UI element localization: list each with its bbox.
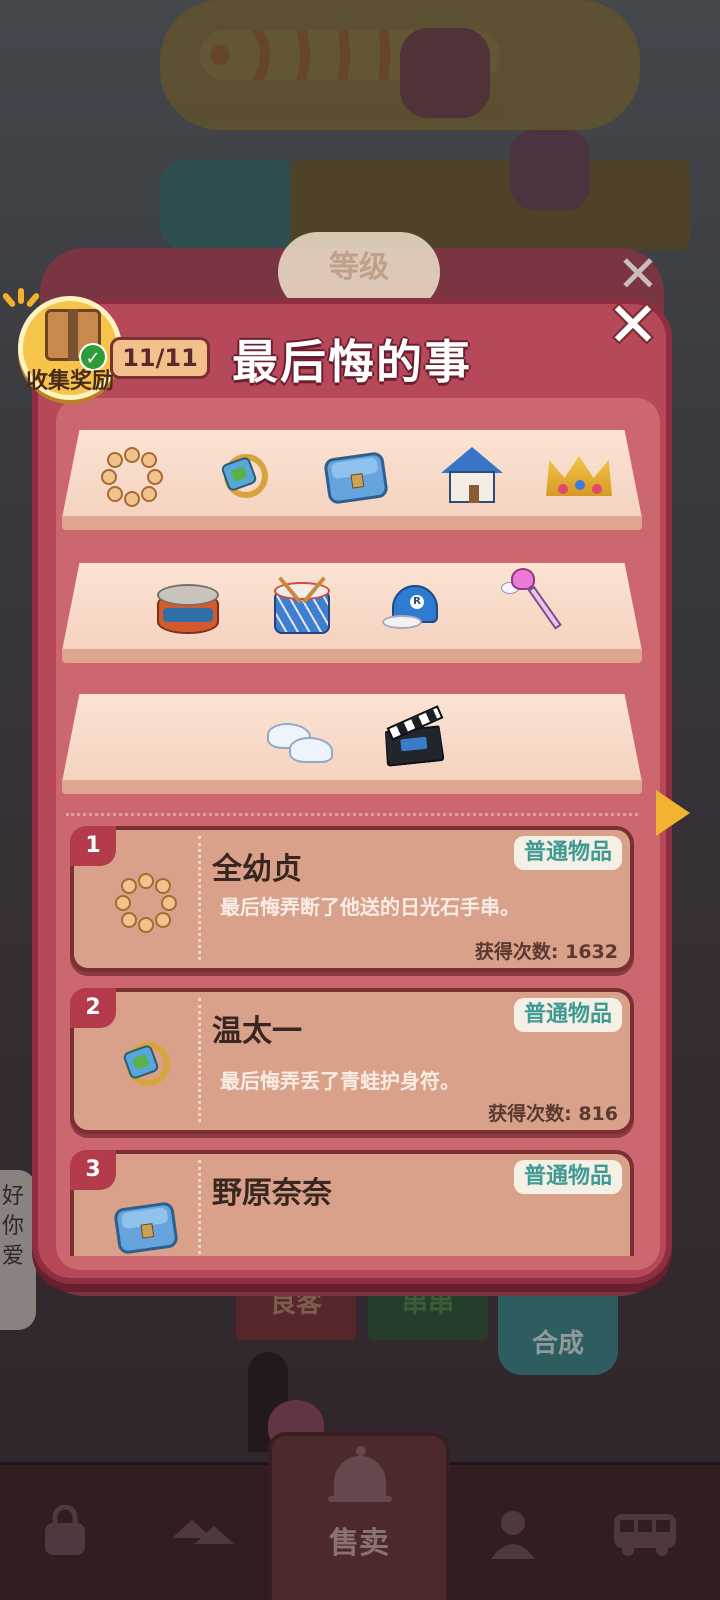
item-list[interactable]: 1 全幼贞 普通物品 最后悔弄断了他送的日光石手串。 获得次数: 1632 2 … <box>70 826 636 1256</box>
list-item[interactable]: 2 温太一 普通物品 最后悔弄丢了青蛙护身符。 获得次数: 816 <box>70 988 634 1134</box>
tin-can-icon[interactable] <box>152 573 224 645</box>
collect-reward-label: 收集奖励 <box>25 369 114 394</box>
obtained-count: 获得次数: 1632 <box>474 941 618 963</box>
frog-charm-icon <box>106 1026 186 1106</box>
obtained-count: 获得次数: 816 <box>488 1103 618 1125</box>
item-owner-name: 全幼贞 <box>212 852 302 887</box>
panel-title: 最后悔的事 <box>232 335 472 389</box>
rarity-badge: 普通物品 <box>513 1160 622 1194</box>
collect-reward-button[interactable]: ✓ 收集奖励 <box>18 296 122 400</box>
card-separator <box>198 998 201 1122</box>
beads-bracelet-icon[interactable] <box>96 442 168 514</box>
blue-bag-icon[interactable] <box>320 442 392 514</box>
frog-charm-icon[interactable] <box>208 442 280 514</box>
item-index: 2 <box>70 988 116 1028</box>
item-index: 3 <box>70 1150 116 1190</box>
card-separator <box>198 836 201 960</box>
card-separator <box>198 1160 201 1256</box>
item-owner-name: 野原奈奈 <box>212 1176 332 1211</box>
level-tab-label: 等级 <box>329 250 389 285</box>
beads-bracelet-icon <box>106 864 186 944</box>
sparkle-icon <box>1 288 41 309</box>
magic-wand-icon[interactable] <box>492 567 564 639</box>
shelf-row-2: R <box>62 563 642 663</box>
baseball-cap-icon[interactable]: R <box>378 573 450 645</box>
item-description: 最后悔弄丢了青蛙护身符。 <box>220 1069 460 1093</box>
item-description: 最后悔弄断了他送的日光石手串。 <box>220 895 520 919</box>
rarity-badge: 普通物品 <box>513 998 622 1032</box>
section-divider <box>66 813 638 816</box>
rarity-badge: 普通物品 <box>513 836 622 870</box>
ballet-shoes-icon[interactable] <box>266 706 338 778</box>
list-item[interactable]: 1 全幼贞 普通物品 最后悔弄断了他送的日光石手串。 获得次数: 1632 <box>70 826 634 972</box>
crown-icon[interactable] <box>544 442 616 514</box>
next-page-arrow-icon[interactable] <box>656 790 690 836</box>
shelf-row-1 <box>62 430 642 530</box>
collection-progress: 11/11 <box>110 337 210 379</box>
drum-icon[interactable] <box>266 571 338 643</box>
clapperboard-icon[interactable] <box>378 704 450 776</box>
item-index: 1 <box>70 826 116 866</box>
list-item[interactable]: 3 野原奈奈 普通物品 <box>70 1150 634 1256</box>
shelf-row-3 <box>62 694 642 794</box>
blue-bag-icon <box>106 1188 186 1256</box>
item-owner-name: 温太一 <box>212 1014 302 1049</box>
blue-house-icon[interactable] <box>436 440 508 512</box>
close-icon[interactable]: ✕ <box>598 292 668 362</box>
